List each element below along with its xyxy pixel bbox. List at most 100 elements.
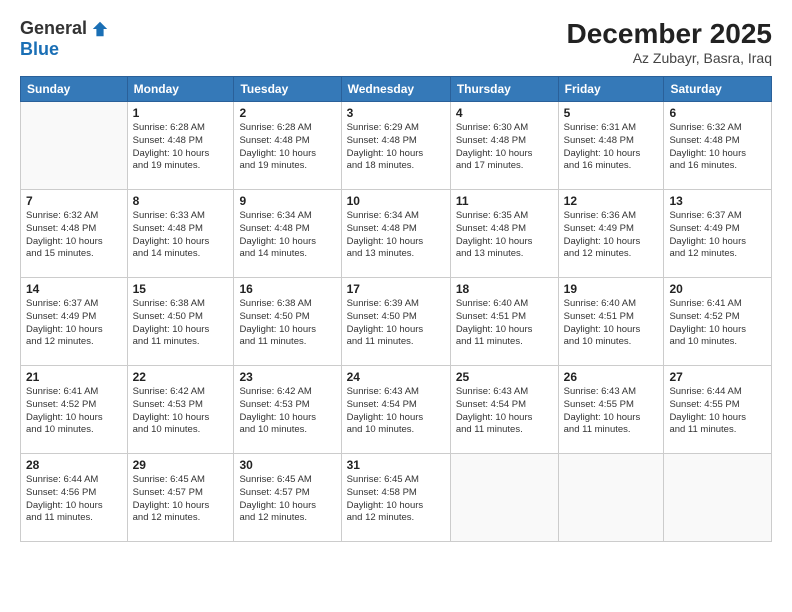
title-block: December 2025 Az Zubayr, Basra, Iraq [567,18,772,66]
day-info: Sunrise: 6:43 AMSunset: 4:55 PMDaylight:… [564,386,659,437]
day-info: Sunrise: 6:30 AMSunset: 4:48 PMDaylight:… [456,122,553,173]
day-info: Sunrise: 6:45 AMSunset: 4:57 PMDaylight:… [239,474,335,525]
calendar-cell: 17 Sunrise: 6:39 AMSunset: 4:50 PMDayligh… [341,278,450,366]
calendar-cell: 30 Sunrise: 6:45 AMSunset: 4:57 PMDayligh… [234,454,341,542]
calendar-week-row: 7 Sunrise: 6:32 AMSunset: 4:48 PMDaylight… [21,190,772,278]
calendar-cell: 2 Sunrise: 6:28 AMSunset: 4:48 PMDaylight… [234,102,341,190]
calendar-cell: 3 Sunrise: 6:29 AMSunset: 4:48 PMDaylight… [341,102,450,190]
day-info: Sunrise: 6:40 AMSunset: 4:51 PMDaylight:… [564,298,659,349]
day-number: 30 [239,458,335,472]
day-of-week-header: Thursday [450,77,558,102]
day-number: 17 [347,282,445,296]
calendar-cell [664,454,772,542]
calendar-cell: 10Sunrise: 6:34 AMSunset: 4:48 PMDayligh… [341,190,450,278]
day-info: Sunrise: 6:37 AMSunset: 4:49 PMDaylight:… [26,298,122,349]
day-number: 22 [133,370,229,384]
calendar-cell: 21 Sunrise: 6:41 AMSunset: 4:52 PMDayligh… [21,366,128,454]
calendar-week-row: 28 Sunrise: 6:44 AMSunset: 4:56 PMDayligh… [21,454,772,542]
day-info: Sunrise: 6:45 AMSunset: 4:57 PMDaylight:… [133,474,229,525]
day-info: Sunrise: 6:41 AMSunset: 4:52 PMDaylight:… [26,386,122,437]
logo-blue-text: Blue [20,39,59,60]
day-info: Sunrise: 6:35 AMSunset: 4:48 PMDaylight:… [456,210,553,261]
calendar-cell: 8 Sunrise: 6:33 AMSunset: 4:48 PMDaylight… [127,190,234,278]
day-number: 28 [26,458,122,472]
calendar-cell: 6 Sunrise: 6:32 AMSunset: 4:48 PMDaylight… [664,102,772,190]
logo-icon [91,20,109,38]
day-info: Sunrise: 6:36 AMSunset: 4:49 PMDaylight:… [564,210,659,261]
day-of-week-header: Sunday [21,77,128,102]
day-number: 27 [669,370,766,384]
calendar-cell: 25Sunrise: 6:43 AMSunset: 4:54 PMDayligh… [450,366,558,454]
day-number: 21 [26,370,122,384]
day-number: 14 [26,282,122,296]
day-number: 25 [456,370,553,384]
logo: General Blue [20,18,109,60]
calendar-week-row: 14 Sunrise: 6:37 AMSunset: 4:49 PMDayligh… [21,278,772,366]
day-info: Sunrise: 6:29 AMSunset: 4:48 PMDaylight:… [347,122,445,173]
calendar-week-row: 21 Sunrise: 6:41 AMSunset: 4:52 PMDayligh… [21,366,772,454]
calendar-page: General Blue December 2025 Az Zubayr, Ba… [0,0,792,612]
day-info: Sunrise: 6:44 AMSunset: 4:56 PMDaylight:… [26,474,122,525]
day-info: Sunrise: 6:37 AMSunset: 4:49 PMDaylight:… [669,210,766,261]
calendar-cell: 13 Sunrise: 6:37 AMSunset: 4:49 PMDayligh… [664,190,772,278]
day-of-week-header: Monday [127,77,234,102]
calendar-cell: 15Sunrise: 6:38 AMSunset: 4:50 PMDayligh… [127,278,234,366]
day-info: Sunrise: 6:39 AMSunset: 4:50 PMDaylight:… [347,298,445,349]
day-number: 29 [133,458,229,472]
day-info: Sunrise: 6:45 AMSunset: 4:58 PMDaylight:… [347,474,445,525]
calendar-cell: 5 Sunrise: 6:31 AMSunset: 4:48 PMDaylight… [558,102,664,190]
calendar-cell: 12 Sunrise: 6:36 AMSunset: 4:49 PMDayligh… [558,190,664,278]
month-title: December 2025 [567,18,772,50]
day-info: Sunrise: 6:38 AMSunset: 4:50 PMDaylight:… [133,298,229,349]
calendar-cell: 14 Sunrise: 6:37 AMSunset: 4:49 PMDayligh… [21,278,128,366]
calendar-cell: 1 Sunrise: 6:28 AMSunset: 4:48 PMDaylight… [127,102,234,190]
calendar-week-row: 1 Sunrise: 6:28 AMSunset: 4:48 PMDaylight… [21,102,772,190]
day-number: 23 [239,370,335,384]
day-info: Sunrise: 6:28 AMSunset: 4:48 PMDaylight:… [133,122,229,173]
calendar-cell: 27Sunrise: 6:44 AMSunset: 4:55 PMDayligh… [664,366,772,454]
page-header: General Blue December 2025 Az Zubayr, Ba… [20,18,772,66]
day-number: 24 [347,370,445,384]
calendar-cell: 26Sunrise: 6:43 AMSunset: 4:55 PMDayligh… [558,366,664,454]
calendar-header-row: SundayMondayTuesdayWednesdayThursdayFrid… [21,77,772,102]
calendar-cell: 7 Sunrise: 6:32 AMSunset: 4:48 PMDaylight… [21,190,128,278]
calendar-cell: 18Sunrise: 6:40 AMSunset: 4:51 PMDayligh… [450,278,558,366]
day-of-week-header: Tuesday [234,77,341,102]
calendar-cell: 20 Sunrise: 6:41 AMSunset: 4:52 PMDayligh… [664,278,772,366]
day-number: 1 [133,106,229,120]
day-info: Sunrise: 6:41 AMSunset: 4:52 PMDaylight:… [669,298,766,349]
day-number: 7 [26,194,122,208]
day-info: Sunrise: 6:38 AMSunset: 4:50 PMDaylight:… [239,298,335,349]
day-info: Sunrise: 6:34 AMSunset: 4:48 PMDaylight:… [239,210,335,261]
calendar-cell [21,102,128,190]
calendar-cell: 28 Sunrise: 6:44 AMSunset: 4:56 PMDayligh… [21,454,128,542]
day-of-week-header: Saturday [664,77,772,102]
day-info: Sunrise: 6:40 AMSunset: 4:51 PMDaylight:… [456,298,553,349]
day-info: Sunrise: 6:32 AMSunset: 4:48 PMDaylight:… [669,122,766,173]
day-info: Sunrise: 6:34 AMSunset: 4:48 PMDaylight:… [347,210,445,261]
calendar-cell: 22Sunrise: 6:42 AMSunset: 4:53 PMDayligh… [127,366,234,454]
day-number: 11 [456,194,553,208]
day-number: 9 [239,194,335,208]
day-number: 20 [669,282,766,296]
day-number: 31 [347,458,445,472]
calendar-cell: 29 Sunrise: 6:45 AMSunset: 4:57 PMDayligh… [127,454,234,542]
day-number: 6 [669,106,766,120]
day-info: Sunrise: 6:31 AMSunset: 4:48 PMDaylight:… [564,122,659,173]
day-info: Sunrise: 6:33 AMSunset: 4:48 PMDaylight:… [133,210,229,261]
day-number: 13 [669,194,766,208]
calendar-cell [558,454,664,542]
day-number: 19 [564,282,659,296]
calendar-cell: 23Sunrise: 6:42 AMSunset: 4:53 PMDayligh… [234,366,341,454]
day-info: Sunrise: 6:28 AMSunset: 4:48 PMDaylight:… [239,122,335,173]
day-info: Sunrise: 6:32 AMSunset: 4:48 PMDaylight:… [26,210,122,261]
calendar-cell: 16Sunrise: 6:38 AMSunset: 4:50 PMDayligh… [234,278,341,366]
logo-general-text: General [20,18,87,39]
day-number: 5 [564,106,659,120]
day-number: 2 [239,106,335,120]
day-number: 8 [133,194,229,208]
day-number: 4 [456,106,553,120]
day-number: 12 [564,194,659,208]
day-number: 3 [347,106,445,120]
calendar-cell: 9 Sunrise: 6:34 AMSunset: 4:48 PMDaylight… [234,190,341,278]
